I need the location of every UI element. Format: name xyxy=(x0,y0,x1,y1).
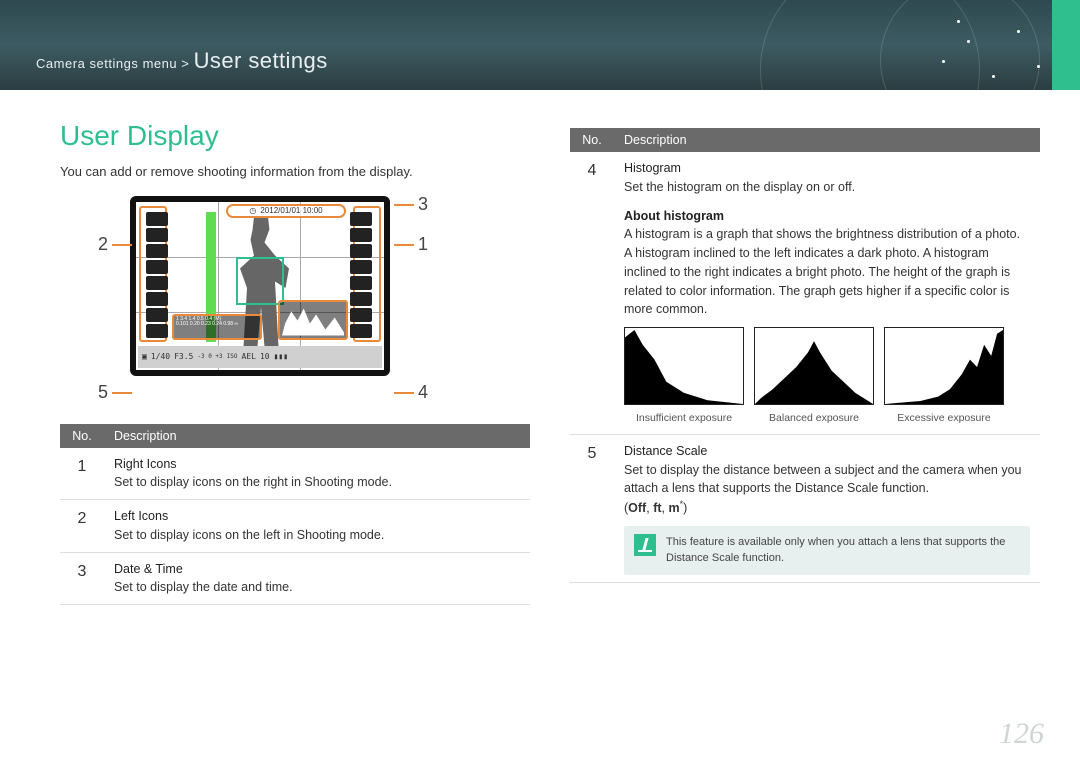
right-icon xyxy=(350,292,372,306)
row-body: Set to display the distance between a su… xyxy=(624,463,1021,496)
right-icon xyxy=(350,212,372,226)
histogram-balanced xyxy=(754,327,874,405)
scale-bot-row: 0.101 0.20 0.23 0.24 0.98 ∞ xyxy=(176,322,258,327)
histogram-examples xyxy=(624,327,1030,405)
lcd-ael: AEL xyxy=(242,352,256,361)
right-icons-highlight xyxy=(353,206,381,342)
note-text: This feature is available only when you … xyxy=(666,534,1020,567)
row-line: Set the histogram on the display on or o… xyxy=(624,180,855,194)
lcd-datetime: 2012/01/01 10:00 xyxy=(260,206,322,215)
callout-3: 3 xyxy=(418,194,428,215)
left-icon xyxy=(146,292,168,306)
histogram-insufficient xyxy=(624,327,744,405)
table-row: 2 Left Icons Set to display icons on the… xyxy=(60,500,530,553)
col-desc: Description xyxy=(104,424,530,448)
callout-1: 1 xyxy=(418,234,428,255)
left-icon xyxy=(146,276,168,290)
cap-balanced: Balanced exposure xyxy=(754,411,874,427)
right-icon xyxy=(350,276,372,290)
battery-icon: ▮▮▮ xyxy=(274,352,288,361)
mode-icon: ▣ xyxy=(142,352,147,361)
row-title: Distance Scale xyxy=(624,442,1030,461)
lcd-shutter: 1/40 xyxy=(151,352,170,361)
right-icon xyxy=(350,308,372,322)
table-row: 1 Right Icons Set to display icons on th… xyxy=(60,448,530,500)
row-body: A histogram is a graph that shows the br… xyxy=(624,227,1020,316)
histogram-shape xyxy=(282,306,344,336)
datetime-highlight: ◷ 2012/01/01 10:00 xyxy=(226,204,346,218)
histogram-highlight xyxy=(278,300,348,340)
left-description-table: No. Description 1 Right Icons Set to dis… xyxy=(60,424,530,606)
focus-bracket-icon xyxy=(236,257,284,305)
cap-excessive: Excessive exposure xyxy=(884,411,1004,427)
note-box: This feature is available only when you … xyxy=(624,526,1030,575)
cap-insufficient: Insufficient exposure xyxy=(624,411,744,427)
row-title: Date & Time xyxy=(114,560,520,579)
row-no: 4 xyxy=(570,152,614,434)
left-icon xyxy=(146,260,168,274)
row-no: 5 xyxy=(570,434,614,582)
row-title: Right Icons xyxy=(114,455,520,474)
row-desc: Set to display icons on the left in Shoo… xyxy=(114,528,384,542)
right-icon xyxy=(350,244,372,258)
left-icon xyxy=(146,244,168,258)
table-row: 4 Histogram Set the histogram on the dis… xyxy=(570,152,1040,434)
lcd-aperture: F3.5 xyxy=(174,352,193,361)
row-title: Left Icons xyxy=(114,507,520,526)
callout-2: 2 xyxy=(98,234,108,255)
lcd-diagram: ◷ 2012/01/01 10:00 1 3.4 1.4 0.5 0.4 (M)… xyxy=(100,196,420,416)
left-icon xyxy=(146,308,168,322)
right-icon xyxy=(350,228,372,242)
content-area: User Display You can add or remove shoot… xyxy=(0,90,1080,605)
row-desc: Set to display icons on the right in Sho… xyxy=(114,475,392,489)
lcd-iso: ISO xyxy=(227,353,238,360)
row-subhead: About histogram xyxy=(624,207,1030,226)
right-icon xyxy=(350,260,372,274)
opts: (Off, ft, m*) xyxy=(624,501,687,515)
distance-scale-highlight: 1 3.4 1.4 0.5 0.4 (M) 0.101 0.20 0.23 0.… xyxy=(172,314,262,340)
left-icon xyxy=(146,212,168,226)
callout-5: 5 xyxy=(98,382,108,403)
page-header: Camera settings menu > User settings xyxy=(0,0,1080,90)
col-no: No. xyxy=(570,128,614,152)
col-no: No. xyxy=(60,424,104,448)
clock-icon: ◷ xyxy=(249,206,256,215)
right-description-table: No. Description 4 Histogram Set the hist… xyxy=(570,128,1040,583)
lcd-status-bar: ▣ 1/40 F3.5 -3 0 +3 ISO AEL 10 ▮▮▮ xyxy=(138,346,382,368)
section-title: User Display xyxy=(60,120,530,152)
page-number: 126 xyxy=(999,717,1044,751)
left-column: User Display You can add or remove shoot… xyxy=(60,120,530,605)
lcd-shots: 10 xyxy=(260,352,270,361)
callout-4: 4 xyxy=(418,382,428,403)
note-icon xyxy=(634,534,656,556)
left-icons-highlight xyxy=(139,206,167,342)
left-icon xyxy=(146,228,168,242)
row-title: Histogram xyxy=(624,159,1030,178)
header-circle-decor xyxy=(880,0,1040,90)
table-row: 3 Date & Time Set to display the date an… xyxy=(60,552,530,605)
breadcrumb: Camera settings menu > User settings xyxy=(36,48,328,74)
section-intro: You can add or remove shooting informati… xyxy=(60,162,530,182)
histogram-excessive xyxy=(884,327,1004,405)
lcd-ev-scale: -3 0 +3 xyxy=(197,353,222,360)
left-icon xyxy=(146,324,168,338)
histogram-captions: Insufficient exposure Balanced exposure … xyxy=(624,411,1030,427)
row-no: 2 xyxy=(60,500,104,553)
row-no: 1 xyxy=(60,448,104,500)
row-desc: Set to display the date and time. xyxy=(114,580,293,594)
right-column: No. Description 4 Histogram Set the hist… xyxy=(570,120,1040,605)
breadcrumb-title: User settings xyxy=(194,48,328,73)
right-icon xyxy=(350,324,372,338)
camera-lcd: ◷ 2012/01/01 10:00 1 3.4 1.4 0.5 0.4 (M)… xyxy=(130,196,390,376)
header-accent-bar xyxy=(1052,0,1080,90)
table-row: 5 Distance Scale Set to display the dist… xyxy=(570,434,1040,582)
row-no: 3 xyxy=(60,552,104,605)
breadcrumb-prefix: Camera settings menu > xyxy=(36,56,194,71)
col-desc: Description xyxy=(614,128,1040,152)
